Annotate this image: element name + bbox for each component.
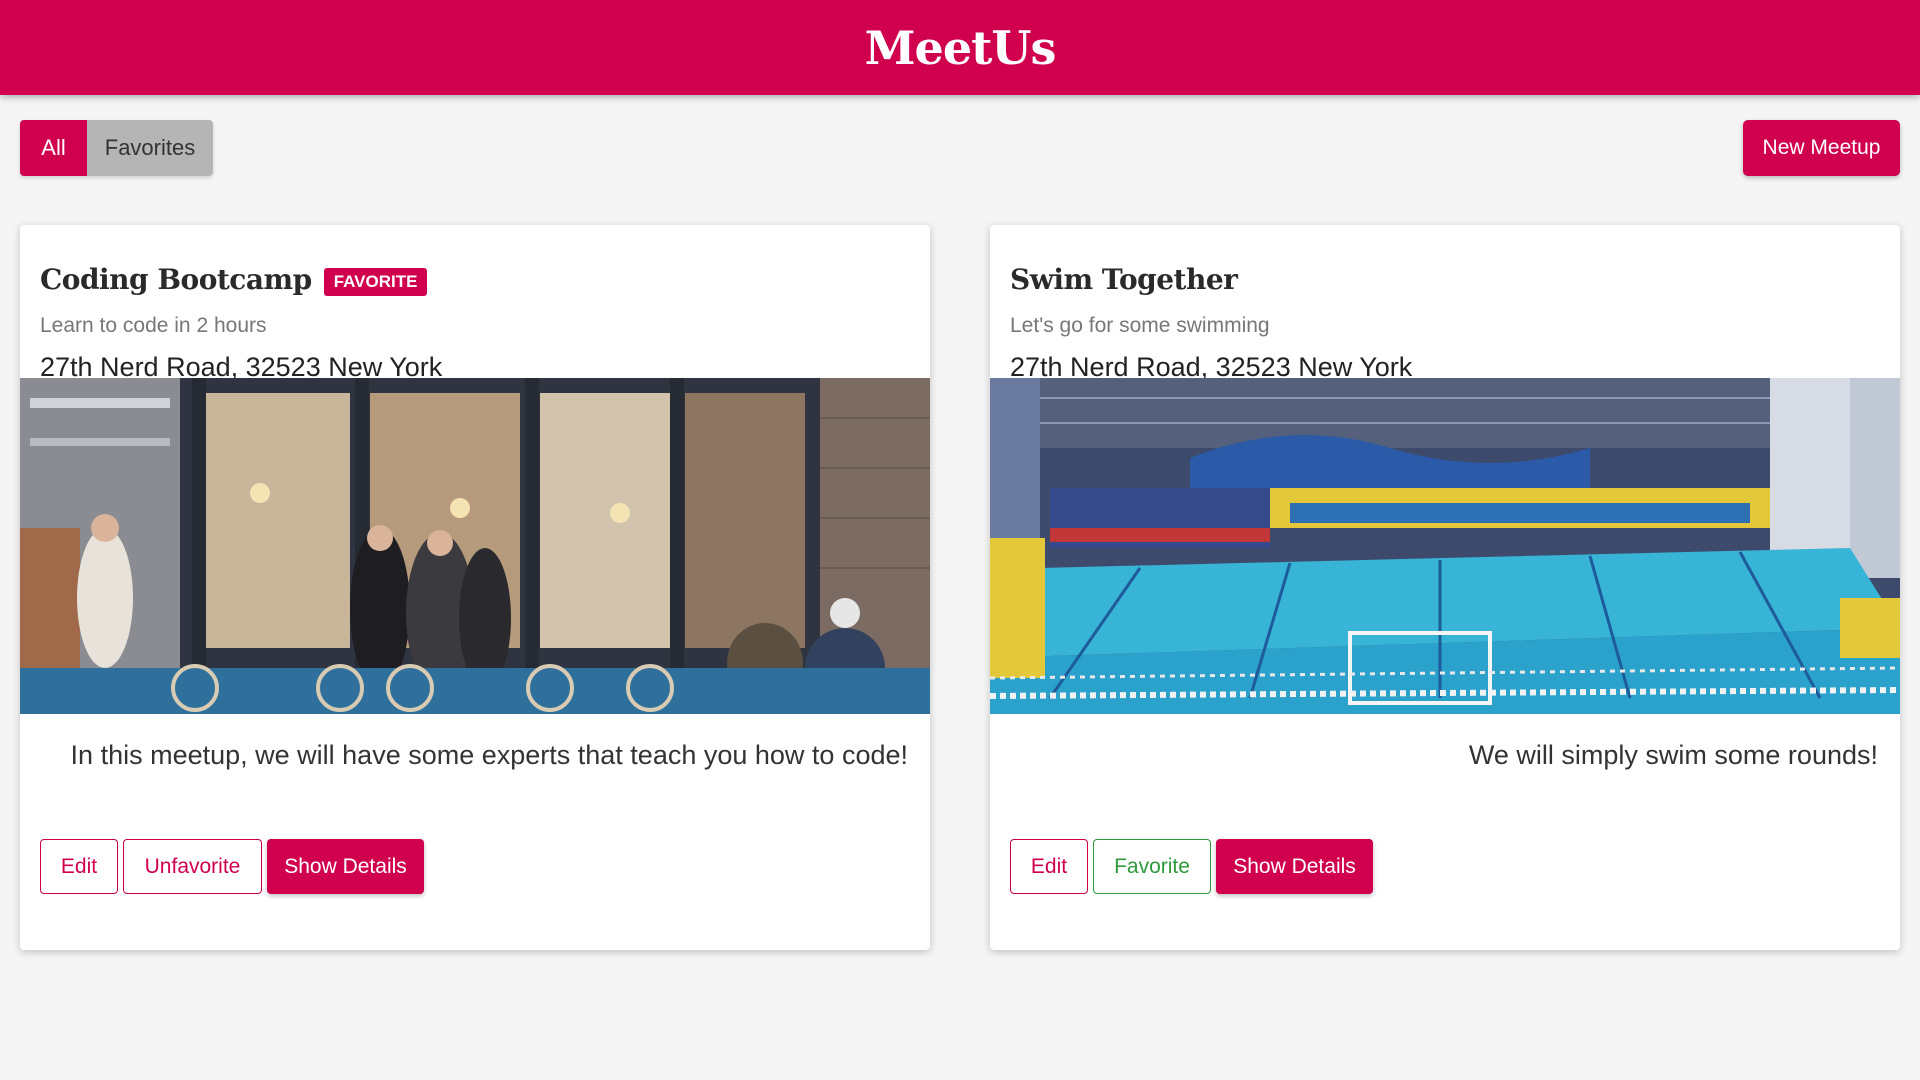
app-title: MeetUs xyxy=(864,20,1057,75)
meetup-subtitle: Let's go for some swimming xyxy=(1010,314,1270,337)
meetup-card: Swim Together Let's go for some swimming… xyxy=(990,225,1900,950)
filter-favorites-button[interactable]: Favorites xyxy=(87,120,213,176)
meetup-card: Coding Bootcamp FAVORITE Learn to code i… xyxy=(20,225,930,950)
meetup-title: Coding Bootcamp xyxy=(40,263,312,296)
show-details-button[interactable]: Show Details xyxy=(267,839,424,894)
new-meetup-button[interactable]: New Meetup xyxy=(1743,120,1900,176)
toolbar: All Favorites New Meetup xyxy=(20,120,1900,176)
unfavorite-button[interactable]: Unfavorite xyxy=(123,839,262,894)
app-header: MeetUs xyxy=(0,0,1920,95)
card-header: Swim Together Let's go for some swimming… xyxy=(990,225,1900,382)
card-header: Coding Bootcamp FAVORITE Learn to code i… xyxy=(20,225,930,382)
favorite-button[interactable]: Favorite xyxy=(1093,839,1211,894)
favorite-badge: FAVORITE xyxy=(323,267,428,296)
filter-toggle: All Favorites xyxy=(20,120,213,176)
show-details-button[interactable]: Show Details xyxy=(1216,839,1373,894)
card-actions: Edit Unfavorite Show Details xyxy=(20,839,930,894)
card-actions: Edit Favorite Show Details xyxy=(990,839,1900,894)
swimming-pool-image xyxy=(990,378,1900,714)
cafe-storefront-image xyxy=(20,378,930,714)
meetup-title: Swim Together xyxy=(1010,263,1238,296)
edit-button[interactable]: Edit xyxy=(40,839,118,894)
meetup-subtitle: Learn to code in 2 hours xyxy=(40,314,267,337)
meetup-description: We will simply swim some rounds! xyxy=(1468,740,1878,770)
filter-all-button[interactable]: All xyxy=(20,120,87,176)
meetup-description: In this meetup, we will have some expert… xyxy=(70,740,908,770)
edit-button[interactable]: Edit xyxy=(1010,839,1088,894)
